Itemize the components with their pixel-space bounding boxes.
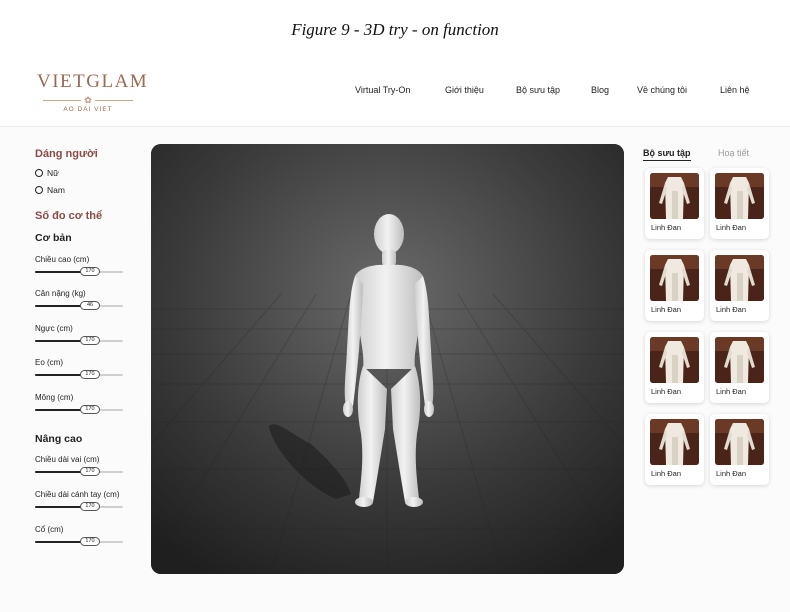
brand-name: VIETGLAM xyxy=(37,71,149,92)
ao-dai-image xyxy=(650,419,699,465)
weight-slider[interactable]: 46 xyxy=(35,301,123,311)
product-name: Linh Đan xyxy=(716,305,747,314)
product-name: Linh Đan xyxy=(651,469,682,478)
slider-label: Eo (cm) xyxy=(35,358,63,367)
nav-item-ve-chung-toi[interactable]: Về chúng tôi xyxy=(637,85,687,95)
site-header: VIETGLAM ✿ AO DAI VIET Virtual Try-On Gi… xyxy=(0,55,790,127)
product-card[interactable]: Linh Đan xyxy=(645,250,704,321)
product-name: Linh Đan xyxy=(716,469,747,478)
slider-shoulder: Chiều dài vai (cm) 170 xyxy=(35,455,145,477)
measurements-title: Số đo cơ thể xyxy=(35,210,103,222)
3d-viewer[interactable] xyxy=(151,144,624,574)
slider-label: Cân nặng (kg) xyxy=(35,289,86,298)
app-page: VIETGLAM ✿ AO DAI VIET Virtual Try-On Gi… xyxy=(0,55,790,612)
product-card[interactable]: Linh Đan xyxy=(710,168,769,239)
slider-value[interactable]: 170 xyxy=(80,370,100,379)
product-thumbnail[interactable] xyxy=(650,337,699,383)
ao-dai-image xyxy=(715,255,764,301)
ao-dai-image xyxy=(650,255,699,301)
ao-dai-image xyxy=(715,337,764,383)
product-card[interactable]: Linh Đan xyxy=(710,414,769,485)
radio-female[interactable]: Nữ xyxy=(35,167,145,178)
slider-value[interactable]: 170 xyxy=(80,537,100,546)
nav-item-gioi-thieu[interactable]: Giới thiệu xyxy=(445,85,484,95)
slider-waist: Eo (cm) 170 xyxy=(35,358,145,380)
waist-slider[interactable]: 170 xyxy=(35,370,123,380)
slider-label: Chiều dài cánh tay (cm) xyxy=(35,490,120,499)
brand-logo[interactable]: VIETGLAM ✿ AO DAI VIET xyxy=(37,71,149,113)
body-type-title: Dáng người xyxy=(35,148,98,160)
product-card[interactable]: Linh Đan xyxy=(710,250,769,321)
product-name: Linh Đan xyxy=(716,223,747,232)
slider-value[interactable]: 170 xyxy=(80,267,100,276)
height-slider[interactable]: 170 xyxy=(35,267,123,277)
slider-weight: Cân nặng (kg) 46 xyxy=(35,289,145,311)
product-thumbnail[interactable] xyxy=(715,255,764,301)
nav-item-blog[interactable]: Blog xyxy=(591,85,609,95)
product-name: Linh Đan xyxy=(651,305,682,314)
shoulder-slider[interactable]: 170 xyxy=(35,467,123,477)
radio-circle-icon[interactable] xyxy=(35,185,43,194)
product-name: Linh Đan xyxy=(651,387,682,396)
slider-hip: Mông (cm) 170 xyxy=(35,393,145,415)
radio-male[interactable]: Nam xyxy=(35,184,145,195)
advanced-title: Nâng cao xyxy=(35,433,83,445)
product-thumbnail[interactable] xyxy=(650,173,699,219)
product-thumbnail[interactable] xyxy=(650,419,699,465)
product-thumbnail[interactable] xyxy=(715,337,764,383)
slider-height: Chiều cao (cm) 170 xyxy=(35,255,145,277)
product-card[interactable]: Linh Đan xyxy=(710,332,769,403)
logo-divider: ✿ xyxy=(37,95,139,105)
arm-slider[interactable]: 170 xyxy=(35,502,123,512)
brand-tagline: AO DAI VIET xyxy=(63,106,113,113)
ao-dai-image xyxy=(650,337,699,383)
radio-female-label: Nữ xyxy=(47,167,59,178)
radio-circle-icon[interactable] xyxy=(35,168,43,177)
figure-caption: Figure 9 - 3D try - on function xyxy=(291,20,499,39)
lotus-icon: ✿ xyxy=(84,95,92,105)
slider-label: Chiều cao (cm) xyxy=(35,255,90,264)
slider-label: Cổ (cm) xyxy=(35,525,64,534)
chest-slider[interactable]: 170 xyxy=(35,336,123,346)
product-name: Linh Đan xyxy=(651,223,682,232)
product-thumbnail[interactable] xyxy=(715,173,764,219)
product-name: Linh Đan xyxy=(716,387,747,396)
slider-label: Ngực (cm) xyxy=(35,324,73,333)
product-card[interactable]: Linh Đan xyxy=(645,168,704,239)
slider-label: Mông (cm) xyxy=(35,393,74,402)
product-thumbnail[interactable] xyxy=(650,255,699,301)
product-thumbnail[interactable] xyxy=(715,419,764,465)
slider-value[interactable]: 170 xyxy=(80,336,100,345)
measurement-sidebar: Dáng người Nữ Nam Số đo cơ thể Cơ bản Ch… xyxy=(35,148,145,546)
product-card[interactable]: Linh Đan xyxy=(645,332,704,403)
hip-slider[interactable]: 170 xyxy=(35,405,123,415)
slider-value[interactable]: 46 xyxy=(80,301,100,310)
nav-item-virtual-try-on[interactable]: Virtual Try-On xyxy=(355,85,410,95)
slider-value[interactable]: 170 xyxy=(80,502,100,511)
slider-value[interactable]: 170 xyxy=(80,467,100,476)
tab-collection[interactable]: Bộ sưu tập xyxy=(643,148,691,161)
nav-item-bo-suu-tap[interactable]: Bộ sưu tập xyxy=(516,85,560,95)
slider-arm: Chiều dài cánh tay (cm) 170 xyxy=(35,490,145,512)
basic-title: Cơ bản xyxy=(35,232,72,244)
neck-slider[interactable]: 170 xyxy=(35,537,123,547)
radio-male-label: Nam xyxy=(47,184,65,195)
slider-chest: Ngực (cm) 170 xyxy=(35,324,145,346)
ao-dai-image xyxy=(650,173,699,219)
slider-value[interactable]: 170 xyxy=(80,405,100,414)
slider-label: Chiều dài vai (cm) xyxy=(35,455,100,464)
ao-dai-image xyxy=(715,419,764,465)
slider-neck: Cổ (cm) 170 xyxy=(35,525,145,547)
product-card[interactable]: Linh Đan xyxy=(645,414,704,485)
tab-patterns[interactable]: Hoạ tiết xyxy=(718,148,749,158)
3d-scene[interactable] xyxy=(151,144,624,574)
nav-item-lien-he[interactable]: Liên hệ xyxy=(720,85,750,95)
ao-dai-image xyxy=(715,173,764,219)
